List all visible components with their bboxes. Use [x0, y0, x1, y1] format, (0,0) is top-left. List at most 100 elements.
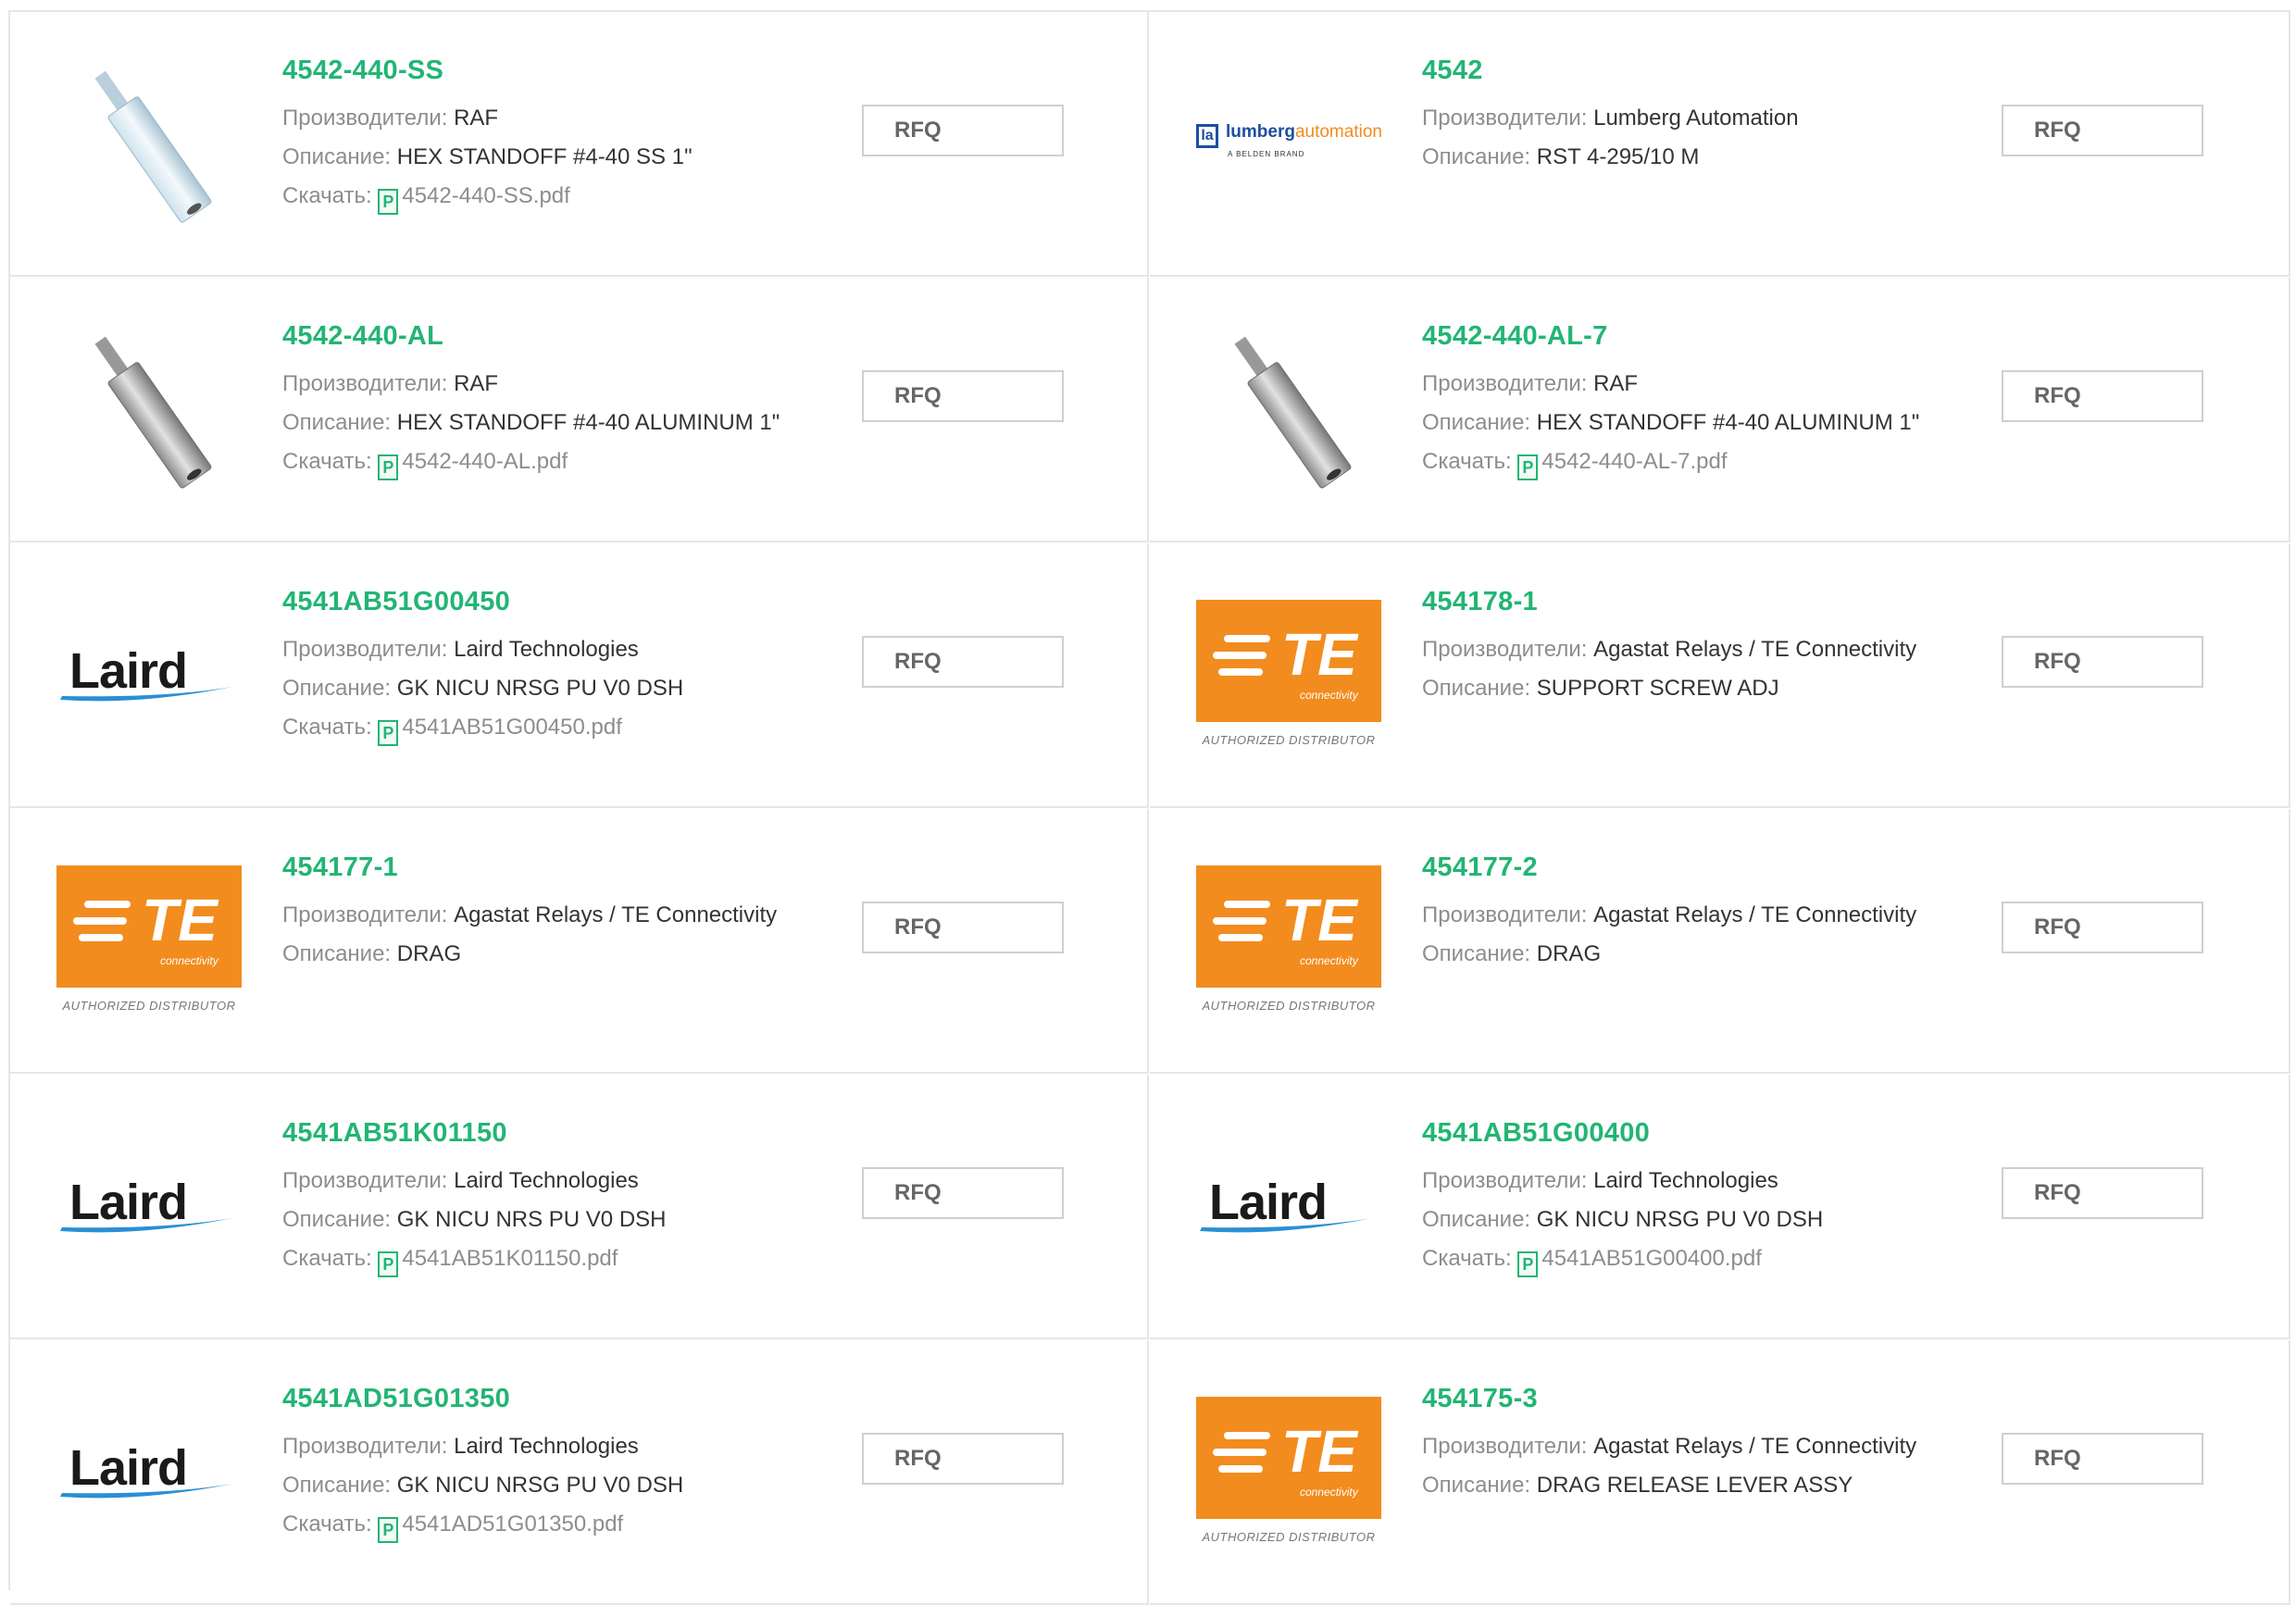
pdf-icon[interactable]: P [378, 1517, 399, 1543]
pdf-icon[interactable]: P [1517, 454, 1539, 480]
pdf-icon[interactable]: P [378, 454, 399, 480]
product-thumbnail: Laird [56, 1380, 242, 1565]
pdf-icon[interactable]: P [378, 720, 399, 746]
description-label: Описание: [282, 410, 392, 435]
description-label: Описание: [282, 1473, 392, 1498]
te-wordmark: TE [1281, 620, 1357, 688]
manufacturer-label: Производители: [282, 106, 448, 131]
product-card: TE connectivity AUTHORIZED DISTRIBUTOR 4541… [10, 809, 1149, 1074]
rfq-button[interactable]: RFQ [862, 370, 1064, 422]
description-row: Описание: DRAG [282, 935, 856, 974]
product-thumbnail: TE connectivity AUTHORIZED DISTRIBUTOR [1196, 849, 1381, 1034]
description-label: Описание: [1422, 941, 1531, 966]
rfq-button[interactable]: RFQ [2002, 1433, 2203, 1485]
description-label: Описание: [282, 1207, 392, 1232]
product-thumbnail: TE connectivity AUTHORIZED DISTRIBUTOR [1196, 1380, 1381, 1565]
description-row: Описание: GK NICU NRSG PU V0 DSH [282, 669, 856, 708]
belden-brand-text: A BELDEN BRAND [1228, 150, 1305, 158]
description-value: DRAG RELEASE LEVER ASSY [1536, 1473, 1853, 1498]
te-connectivity-logo: TE connectivity AUTHORIZED DISTRIBUTOR [1196, 865, 1381, 1018]
manufacturer-row: Производители: Laird Technologies [282, 1427, 856, 1466]
rfq-button[interactable]: RFQ [862, 636, 1064, 688]
product-thumbnail [1196, 317, 1381, 503]
rfq-button[interactable]: RFQ [2002, 105, 2203, 156]
manufacturer-value: Laird Technologies [454, 1168, 639, 1193]
part-number-link[interactable]: 454177-1 [282, 852, 856, 883]
manufacturer-value: Agastat Relays / TE Connectivity [454, 902, 778, 927]
product-info: 4541AD51G01350 Производители: Laird Techn… [282, 1384, 856, 1544]
product-info: 4542-440-AL Производители: RAF Описание: H… [282, 321, 856, 481]
manufacturer-value: RAF [454, 371, 499, 396]
rfq-button[interactable]: RFQ [2002, 1167, 2203, 1219]
description-row: Описание: GK NICU NRSG PU V0 DSH [282, 1466, 856, 1505]
rfq-button[interactable]: RFQ [2002, 636, 2203, 688]
pdf-icon[interactable]: P [1517, 1251, 1539, 1277]
datasheet-link[interactable]: 4541AB51G00450.pdf [402, 715, 622, 740]
te-subtext: connectivity [160, 953, 218, 967]
part-number-link[interactable]: 4542 [1422, 56, 1996, 86]
manufacturer-row: Производители: Agastat Relays / TE Conne… [282, 896, 856, 935]
description-row: Описание: HEX STANDOFF #4-40 ALUMINUM 1" [1422, 404, 1996, 442]
rfq-button[interactable]: RFQ [862, 1167, 1064, 1219]
datasheet-link[interactable]: 4542-440-SS.pdf [402, 183, 569, 208]
part-number-link[interactable]: 454178-1 [1422, 587, 1996, 617]
download-row: Скачать: P 4542-440-AL.pdf [282, 442, 856, 481]
description-row: Описание: GK NICU NRSG PU V0 DSH [1422, 1201, 1996, 1239]
download-row: Скачать: P 4541AB51K01150.pdf [282, 1239, 856, 1278]
description-row: Описание: DRAG [1422, 935, 1996, 974]
datasheet-link[interactable]: 4542-440-AL.pdf [402, 449, 568, 474]
part-number-link[interactable]: 4541AD51G01350 [282, 1384, 856, 1414]
datasheet-link[interactable]: 4541AD51G01350.pdf [402, 1512, 623, 1537]
download-label: Скачать: [1422, 1246, 1512, 1271]
product-thumbnail [56, 317, 242, 503]
datasheet-link[interactable]: 4541AB51K01150.pdf [402, 1246, 618, 1271]
manufacturer-label: Производители: [1422, 106, 1588, 131]
part-number-link[interactable]: 4542-440-AL [282, 321, 856, 352]
product-thumbnail: la lumbergautomation A BELDEN BRAND [1196, 52, 1382, 237]
part-number-link[interactable]: 4541AB51G00450 [282, 587, 856, 617]
rfq-button[interactable]: RFQ [2002, 902, 2203, 953]
part-number-link[interactable]: 4541AB51K01150 [282, 1118, 856, 1149]
download-row: Скачать: P 4541AB51G00400.pdf [1422, 1239, 1996, 1278]
datasheet-link[interactable]: 4542-440-AL-7.pdf [1541, 449, 1727, 474]
description-value: RST 4-295/10 M [1536, 144, 1700, 169]
rfq-button[interactable]: RFQ [862, 105, 1064, 156]
manufacturer-label: Производители: [1422, 902, 1588, 927]
manufacturer-row: Производители: Agastat Relays / TE Conne… [1422, 1427, 1996, 1466]
part-number-link[interactable]: 454177-2 [1422, 852, 1996, 883]
te-wordmark: TE [1281, 886, 1357, 953]
product-card: TE connectivity AUTHORIZED DISTRIBUTOR 4541… [1150, 809, 2290, 1074]
manufacturer-value: RAF [454, 106, 499, 131]
part-number-link[interactable]: 4542-440-AL-7 [1422, 321, 1996, 352]
product-thumbnail: Laird [56, 1114, 242, 1300]
lumberg-accent-text: automation [1294, 122, 1382, 142]
description-label: Описание: [1422, 144, 1531, 169]
rfq-button[interactable]: RFQ [862, 902, 1064, 953]
download-row: Скачать: P 4541AD51G01350.pdf [282, 1505, 856, 1544]
part-number-link[interactable]: 4541AB51G00400 [1422, 1118, 1996, 1149]
manufacturer-row: Производители: Agastat Relays / TE Conne… [1422, 630, 1996, 669]
laird-swoosh-icon [1200, 1218, 1372, 1233]
part-number-link[interactable]: 454175-3 [1422, 1384, 1996, 1414]
authorized-distributor-label: AUTHORIZED DISTRIBUTOR [62, 998, 236, 1013]
product-info: 454177-2 Производители: Agastat Relays / … [1422, 852, 1996, 974]
description-label: Описание: [1422, 1207, 1531, 1232]
rfq-button[interactable]: RFQ [862, 1433, 1064, 1485]
description-value: GK NICU NRSG PU V0 DSH [396, 1473, 684, 1498]
pdf-icon[interactable]: P [378, 1251, 399, 1277]
laird-logo: Laird [56, 639, 242, 713]
authorized-distributor-label: AUTHORIZED DISTRIBUTOR [1202, 998, 1376, 1013]
product-info: 454178-1 Производители: Agastat Relays / … [1422, 587, 1996, 708]
description-value: GK NICU NRSG PU V0 DSH [396, 676, 684, 701]
rfq-button[interactable]: RFQ [2002, 370, 2203, 422]
product-info: 4542-440-AL-7 Производители: RAF Описание:… [1422, 321, 1996, 481]
manufacturer-label: Производители: [1422, 1168, 1588, 1193]
manufacturer-value: Agastat Relays / TE Connectivity [1593, 1434, 1917, 1459]
description-value: HEX STANDOFF #4-40 ALUMINUM 1" [1536, 410, 1920, 435]
laird-swoosh-icon [60, 687, 232, 702]
pdf-icon[interactable]: P [378, 189, 399, 215]
part-number-link[interactable]: 4542-440-SS [282, 56, 856, 86]
manufacturer-label: Производители: [282, 902, 448, 927]
datasheet-link[interactable]: 4541AB51G00400.pdf [1541, 1246, 1762, 1271]
manufacturer-value: Agastat Relays / TE Connectivity [1593, 637, 1917, 662]
